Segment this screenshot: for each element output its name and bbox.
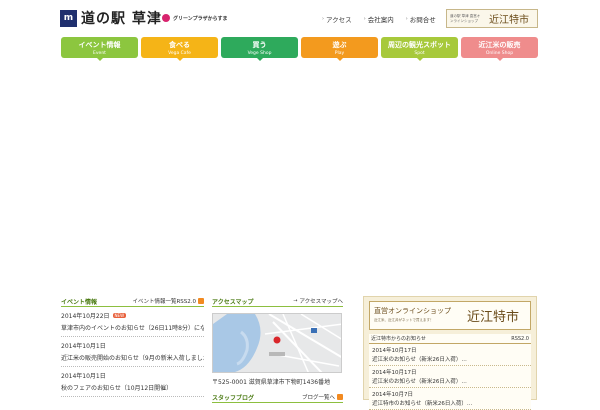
nav-label-jp: 買う (252, 41, 267, 49)
nav-pointer-icon (416, 58, 423, 61)
shop-news-date: 2014年10月17日 (372, 370, 417, 376)
logo-mark-icon: m (60, 9, 77, 27)
shop-news-item[interactable]: 2014年10月17日近江米のお知らせ（新米26日入荷）… (369, 366, 531, 388)
arrow-right-icon: → (293, 298, 298, 304)
nav-button-online-shop[interactable]: 近江米の販売 Online Shop (461, 37, 538, 61)
shop-news-text: 近江特市のお知らせ（新米26日入荷）… (372, 401, 473, 407)
topnav-contact[interactable]: › お問合せ (406, 14, 436, 24)
nav-label-en: Online Shop (485, 51, 514, 56)
event-item[interactable]: 2014年10月1日秋のフェアのお知らせ（10月12日開催） (61, 367, 204, 397)
top-nav: › アクセス › 会社案内 › お問合せ (322, 14, 436, 24)
nav-pointer-icon (96, 58, 103, 61)
topnav-label: お問合せ (409, 16, 436, 24)
nav-label-jp: 周辺の観光スポット (388, 41, 451, 49)
shop-news-text: 近江米のお知らせ（新米26日入荷）… (372, 357, 467, 363)
access-panel: アクセスマップ → アクセスマップへ 〒525-0001 滋賀県草津市下物町143… (212, 296, 343, 403)
staff-blog-title: スタッフブログ (212, 394, 255, 402)
shop-news-text: 近江米のお知らせ（新米26日入荷）… (372, 379, 467, 385)
access-header: アクセスマップ → アクセスマップへ (212, 296, 343, 307)
events-title: イベント情報 (61, 298, 98, 306)
online-shop-badge[interactable]: 道の駅 草津 直営オンラインショップ 近江特市 (446, 9, 538, 28)
nav-label-en: Vega Cafe (168, 51, 191, 56)
nav-label-jp: イベント情報 (78, 41, 121, 49)
nav-label-en: Spot (414, 51, 425, 56)
events-panel: イベント情報 イベント情報一覧RSS2.0 2014年10月22日 NEW 草津市内… (61, 296, 204, 397)
event-date: 2014年10月1日 (61, 343, 106, 350)
staff-blog-header: スタッフブログ ブログ一覧へ (212, 392, 343, 403)
events-header: イベント情報 イベント情報一覧RSS2.0 (61, 296, 204, 307)
nav-label-en: Event (93, 51, 106, 56)
new-badge: NEW (112, 313, 127, 318)
topnav-access[interactable]: › アクセス (322, 14, 352, 24)
access-title: アクセスマップ (212, 298, 254, 306)
nav-label-en: Play (334, 51, 345, 56)
access-address: 〒525-0001 滋賀県草津市下物町1436番地 (212, 379, 331, 386)
access-map-link[interactable]: → アクセスマップへ (293, 297, 343, 305)
chevron-right-icon: › (363, 16, 366, 22)
rss-icon (337, 394, 343, 400)
nav-pointer-icon (176, 58, 183, 61)
shop-news-item[interactable]: 2014年10月17日近江米のお知らせ（新米26日入荷）… (369, 344, 531, 366)
shop-news-list: 2014年10月17日 近江米のお知らせ（新米26日入荷）… 2014年10月17日… (364, 344, 536, 410)
map-graphic (213, 314, 341, 372)
chevron-right-icon: › (405, 16, 408, 22)
shop-badge-subtitle: 道の駅 草津 直営オンラインショップ (450, 13, 481, 23)
nav-button-spot[interactable]: 周辺の観光スポット Spot (381, 37, 458, 61)
nav-button-vega-cafe[interactable]: 食べる Vega Cafe (141, 37, 218, 61)
event-date: 2014年10月1日 (61, 373, 106, 380)
shop-news-date: 2014年10月7日 (372, 392, 413, 398)
event-date-row: 2014年10月22日 NEW (61, 311, 204, 320)
events-rss-link[interactable]: イベント情報一覧RSS2.0 (132, 297, 204, 305)
shop-news-header: 近江特市からのお知らせ RSS2.0 (369, 334, 531, 344)
online-shop-banner[interactable]: 直営オンラインショップ 近江米、近江弁がネットで買えます！ 近江特市 (369, 301, 531, 330)
events-list: 2014年10月22日 NEW 草津市内のイベントのお知らせ（26日11時8分）にな… (61, 307, 204, 397)
nav-pointer-icon (336, 58, 343, 61)
shop-news-date: 2014年10月17日 (372, 348, 417, 354)
event-item[interactable]: 2014年10月22日 NEW 草津市内のイベントのお知らせ（26日11時8分）にな… (61, 307, 204, 337)
events-rss-label: イベント情報一覧RSS2.0 (132, 299, 196, 305)
main-nav: イベント情報 Event 食べる Vega Cafe 買う Vege Shop 遊ぶ Play… (61, 37, 538, 61)
chevron-right-icon: › (322, 16, 324, 22)
nav-label-jp: 遊ぶ (332, 41, 347, 49)
partner-dot-icon (162, 14, 170, 22)
topnav-company[interactable]: › 会社案内 (364, 14, 394, 24)
shop-banner-left: 直営オンラインショップ 近江米、近江弁がネットで買えます！ (370, 307, 451, 325)
shop-news-title: 近江特市からのお知らせ (371, 336, 426, 342)
nav-label-en: Vege Shop (247, 51, 272, 56)
nav-button-event[interactable]: イベント情報 Event (61, 37, 138, 61)
topnav-label: 会社案内 (367, 16, 394, 24)
logo-text: 道の駅 草津 (81, 11, 162, 27)
shop-badge-title: 近江特市 (489, 15, 529, 26)
nav-label-jp: 近江米の販売 (478, 41, 521, 49)
shop-banner-title: 直営オンラインショップ (374, 306, 451, 315)
nav-button-vege-shop[interactable]: 買う Vege Shop (221, 37, 298, 61)
site-header: m 道の駅 草津 グリーンプラザからすま › アクセス › 会社案内 › お問合せ 道… (0, 0, 600, 36)
shop-news-item[interactable]: 2014年10月7日近江特市のお知らせ（新米26日入荷）… (369, 388, 531, 410)
nav-pointer-icon (256, 58, 263, 61)
site-logo[interactable]: m 道の駅 草津 (60, 8, 162, 28)
shop-news-rss[interactable]: RSS2.0 (511, 336, 529, 342)
event-text: 近江米の販売開始のお知らせ（9月の新米入荷しました）10月19日〜開催 (61, 355, 204, 362)
nav-pointer-icon (496, 58, 503, 61)
event-date-row: 2014年10月1日 (61, 371, 204, 380)
partner-logo[interactable]: グリーンプラザからすま (162, 14, 228, 22)
rss-icon (198, 298, 204, 304)
access-map[interactable] (212, 313, 342, 373)
nav-button-play[interactable]: 遊ぶ Play (301, 37, 378, 61)
access-map-link-label: アクセスマップへ (299, 299, 343, 305)
event-date-row: 2014年10月1日 (61, 341, 204, 350)
topnav-label: アクセス (326, 16, 352, 24)
online-shop-panel: 直営オンラインショップ 近江米、近江弁がネットで買えます！ 近江特市 近江特市か… (363, 296, 537, 410)
event-text: 草津市内のイベントのお知らせ（26日11時8分）になります (61, 325, 204, 332)
partner-text: グリーンプラザからすま (173, 15, 228, 22)
event-text: 秋のフェアのお知らせ（10月12日開催） (61, 385, 173, 392)
shop-banner-brand: 近江特市 (467, 310, 520, 325)
shop-banner-subtitle: 近江米、近江弁がネットで買えます！ (374, 317, 434, 322)
event-item[interactable]: 2014年10月1日近江米の販売開始のお知らせ（9月の新米入荷しました）10月1… (61, 337, 204, 367)
nav-label-jp: 食べる (169, 41, 190, 49)
event-date: 2014年10月22日 (61, 313, 110, 320)
